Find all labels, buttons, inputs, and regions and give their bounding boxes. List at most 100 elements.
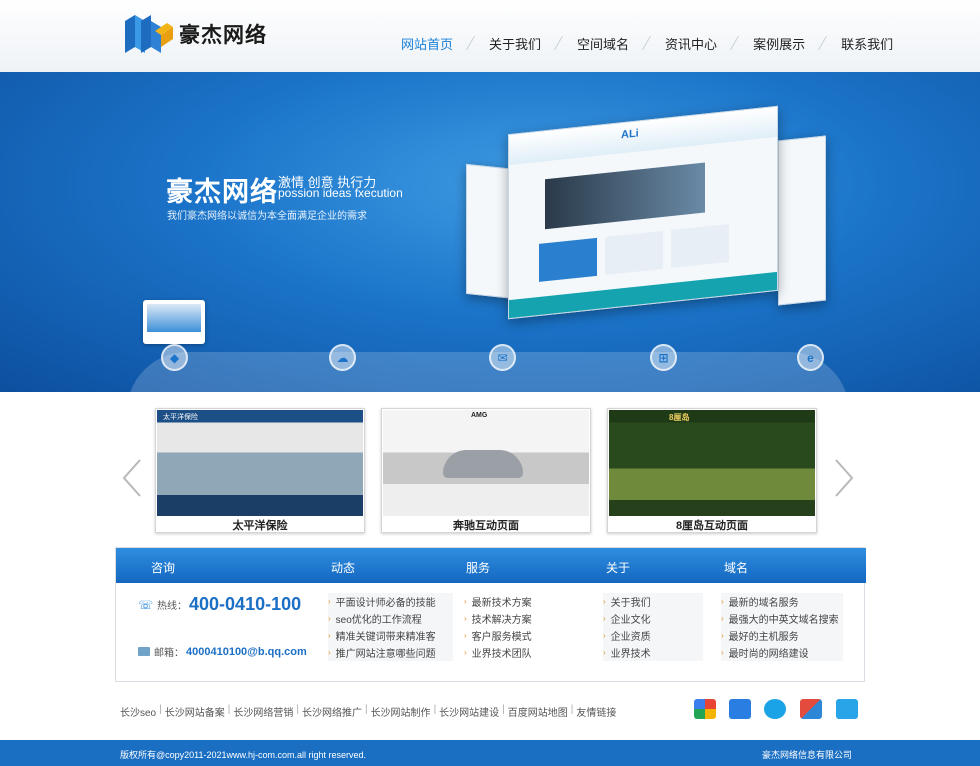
nav-item-cases[interactable]: 案例展示 <box>740 34 818 53</box>
list-item[interactable]: › 平面设计师必备的技能 <box>328 593 453 610</box>
list-item-label: 客户服务模式 <box>471 632 532 643</box>
email-address[interactable]: 4000410100@b.qq.com <box>186 646 307 658</box>
nav-separator <box>642 36 652 50</box>
bullet-icon: › <box>721 597 724 606</box>
nav-item-home[interactable]: 网站首页 <box>388 34 466 53</box>
banner-wave <box>127 352 849 392</box>
banner-screen-main: ALi <box>508 105 778 320</box>
banner-screen-image <box>545 162 705 230</box>
nav-item-contact[interactable]: 联系我们 <box>828 34 906 53</box>
slide-cart-icon[interactable]: ⊞ <box>650 344 677 371</box>
list-item[interactable]: › 技术解决方案 <box>464 610 554 627</box>
panel-head-domains: 域名 <box>724 561 749 575</box>
list-item[interactable]: › 业界技术 <box>603 644 703 661</box>
carousel-prev-icon[interactable] <box>120 458 144 498</box>
nav-item-about[interactable]: 关于我们 <box>476 34 554 53</box>
bullet-icon: › <box>328 597 331 606</box>
list-item-label: seo优化的工作流程 <box>335 615 422 626</box>
list-item-label: 业界技术 <box>610 649 651 660</box>
slide-ie-icon[interactable]: e <box>797 344 824 371</box>
baidu-icon[interactable] <box>729 699 751 719</box>
footer-link[interactable]: 长沙网站备案 <box>165 704 225 719</box>
nav-item-hosting[interactable]: 空间域名 <box>564 34 642 53</box>
carousel-next-icon[interactable] <box>832 458 856 498</box>
list-item-label: 最强大的中英文域名搜索 <box>728 615 839 626</box>
list-item[interactable]: › 最时尚的网络建设 <box>721 644 843 661</box>
logo[interactable]: 豪杰网络 <box>121 12 267 56</box>
bullet-icon: › <box>721 614 724 623</box>
mail-icon[interactable] <box>800 699 822 719</box>
footer-link[interactable]: 长沙网站制作 <box>371 704 431 719</box>
list-item[interactable]: › 最新技术方案 <box>464 593 554 610</box>
footer-link[interactable]: 长沙seo <box>120 704 156 719</box>
google-icon[interactable] <box>694 699 716 719</box>
company-name: 豪杰网络信息有限公司 <box>761 750 852 760</box>
phone-icon: ☏ <box>138 597 154 612</box>
banner-screen-block <box>539 237 597 282</box>
slide-logo-icon[interactable]: ◆ <box>161 344 188 371</box>
logo-text: 豪杰网络 <box>179 23 267 47</box>
slide-browser-icon[interactable]: ✉ <box>489 344 516 371</box>
list-item[interactable]: › 最好的主机服务 <box>721 627 843 644</box>
panel-header: 咨询 动态 服务 关于 域名 <box>116 548 866 583</box>
qq-icon[interactable] <box>836 699 858 719</box>
email-label: 邮箱： <box>154 648 184 659</box>
list-item-label: 企业资质 <box>610 632 651 643</box>
bullet-icon: › <box>603 597 606 606</box>
nav-separator <box>554 36 564 50</box>
list-item[interactable]: › 最新的域名服务 <box>721 593 843 610</box>
bullet-icon: › <box>328 648 331 657</box>
banner-active-thumbnail[interactable] <box>143 300 205 344</box>
list-item[interactable]: › 关于我们 <box>603 593 703 610</box>
list-item-label: 最时尚的网络建设 <box>728 649 809 660</box>
bullet-icon: › <box>328 631 331 640</box>
slide-cloud-icon[interactable]: ☁ <box>329 344 356 371</box>
bullet-icon: › <box>603 614 606 623</box>
banner-title: 豪杰网络 <box>166 177 278 208</box>
link-separator: | <box>159 704 162 715</box>
news-list: › 平面设计师必备的技能 › seo优化的工作流程 › 精准关键词带来精准客 › 推广网… <box>328 593 453 661</box>
banner-slogan-en: possion ideas fxecution <box>278 186 403 200</box>
case-card[interactable]: AMG 奔驰互动页面 <box>381 408 591 533</box>
list-item[interactable]: › 客户服务模式 <box>464 627 554 644</box>
hotline-row: ☏ 热线： 400-0410-100 <box>138 594 301 615</box>
main-nav: 网站首页 关于我们 空间域名 资讯中心 案例展示 联系我们 <box>388 34 906 53</box>
panel-head-services: 服务 <box>466 561 491 575</box>
panel-head-about: 关于 <box>606 561 631 575</box>
list-item-label: 精准关键词带来精准客 <box>335 632 436 643</box>
list-item-label: 业界技术团队 <box>471 649 532 660</box>
bullet-icon: › <box>603 648 606 657</box>
bullet-icon: › <box>603 631 606 640</box>
footer-link[interactable]: 友情链接 <box>576 704 616 719</box>
case-card[interactable]: 太平洋保险 太平洋保险 <box>155 408 365 533</box>
case-image-text: 8厘岛 <box>669 413 690 422</box>
services-list: › 最新技术方案 › 技术解决方案 › 客户服务模式 › 业界技术团队 <box>464 593 554 661</box>
footer-link[interactable]: 长沙网络营销 <box>233 704 293 719</box>
list-item-label: 技术解决方案 <box>471 615 532 626</box>
info-panel: 咨询 动态 服务 关于 域名 ☏ 热线： 400-0410-100 邮箱： 40… <box>115 547 866 682</box>
list-item[interactable]: › seo优化的工作流程 <box>328 610 453 627</box>
list-item-label: 最新技术方案 <box>471 598 532 609</box>
hotline-number[interactable]: 400-0410-100 <box>189 594 301 615</box>
footer-link[interactable]: 长沙网站建设 <box>439 704 499 719</box>
list-item[interactable]: › 最强大的中英文域名搜索 <box>721 610 843 627</box>
case-image-text: 太平洋保险 <box>163 414 198 421</box>
list-item[interactable]: › 推广网站注意哪些问题 <box>328 644 453 661</box>
case-card[interactable]: 8厘岛 8厘岛互动页面 <box>607 408 817 533</box>
link-separator: | <box>502 704 505 715</box>
list-item[interactable]: › 业界技术团队 <box>464 644 554 661</box>
list-item[interactable]: › 企业文化 <box>603 610 703 627</box>
footer-link[interactable]: 百度网站地图 <box>508 704 568 719</box>
nav-item-news[interactable]: 资讯中心 <box>652 34 730 53</box>
thumbnail-preview <box>147 304 201 332</box>
list-item[interactable]: › 精准关键词带来精准客 <box>328 627 453 644</box>
case-image: AMG <box>383 410 589 516</box>
bullet-icon: › <box>721 648 724 657</box>
about-list: › 关于我们 › 企业文化 › 企业资质 › 业界技术 <box>603 593 703 661</box>
bullet-icon: › <box>464 631 467 640</box>
footer-link[interactable]: 长沙网络推广 <box>302 704 362 719</box>
list-item[interactable]: › 企业资质 <box>603 627 703 644</box>
banner-description: 我们豪杰网络以诚信为本全面满足企业的需求 <box>167 211 367 222</box>
list-item-label: 推广网站注意哪些问题 <box>335 649 436 660</box>
skype-icon[interactable] <box>764 699 786 719</box>
